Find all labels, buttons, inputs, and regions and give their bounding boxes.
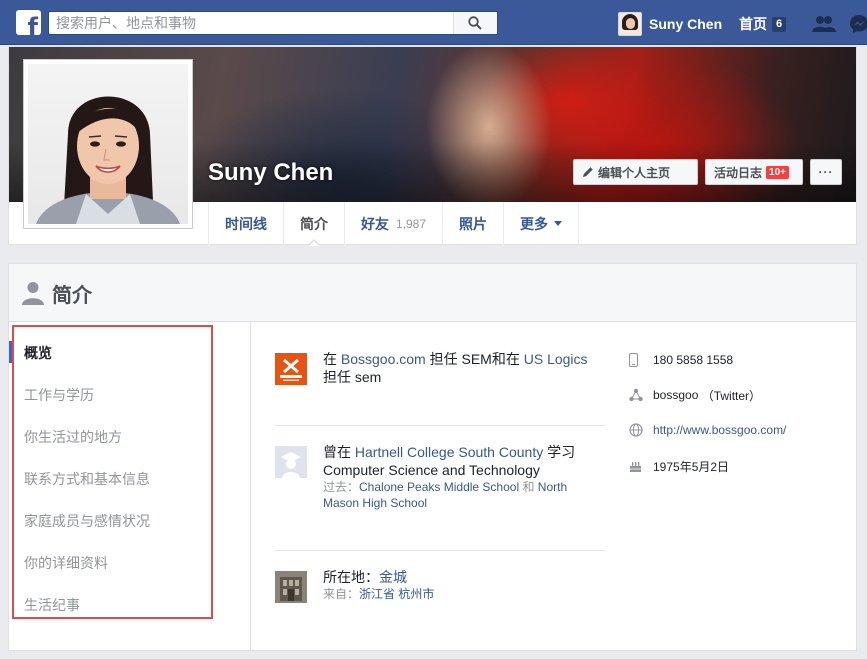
website-link[interactable]: http://www.bossgoo.com/ <box>653 423 786 437</box>
activity-log-badge: 10+ <box>766 165 789 179</box>
school-link[interactable]: Chalone Peaks Middle School <box>359 480 519 494</box>
location-text: 所在地：金城 来自：浙江省 杭州市 <box>323 568 605 602</box>
birthday: 1975年5月2日 <box>653 459 730 474</box>
text-fragment: 在 <box>323 351 341 367</box>
education-text: 曾在 Hartnell College South County 学习 Comp… <box>323 443 605 511</box>
website-row: http://www.bossgoo.com/ <box>629 421 786 439</box>
facebook-logo-icon[interactable]: f <box>16 10 41 35</box>
past-schools: 过去：Chalone Peaks Middle School 和 North M… <box>323 479 605 511</box>
search-button[interactable] <box>453 12 497 34</box>
profile-portrait-image <box>36 96 180 224</box>
text-fragment: 曾在 <box>323 444 355 460</box>
messages-icon[interactable] <box>849 14 867 34</box>
more-options-icon: ··· <box>818 165 834 179</box>
school-icon[interactable] <box>275 446 307 478</box>
tab-more[interactable]: 更多 <box>503 202 580 245</box>
province-link[interactable]: 浙江省 <box>359 587 395 601</box>
caret-down-icon <box>554 221 563 226</box>
friends-count: 1,987 <box>396 216 427 231</box>
profile-picture[interactable] <box>23 59 193 229</box>
friend-requests-icon[interactable] <box>812 15 836 33</box>
company-link[interactable]: US Logics <box>524 351 588 367</box>
activity-log-label: 活动日志 <box>714 165 763 180</box>
hometown: 来自：浙江省 杭州市 <box>323 586 605 602</box>
tab-label: 更多 <box>520 215 549 232</box>
pencil-icon <box>583 167 593 177</box>
about-header: 简介 <box>9 264 856 322</box>
work-text: 在 Bossgoo.com 担任 SEM和在 US Logics 担任 sem <box>323 350 605 386</box>
tab-label: 简介 <box>300 215 328 232</box>
birthday-row: 1975年5月2日 <box>629 457 729 475</box>
about-section: 简介 概览 工作与学历 你生活过的地方 联系方式和基本信息 家庭成员与感情状况 … <box>8 263 857 651</box>
edit-profile-label: 编辑个人主页 <box>598 165 671 180</box>
twitter-row: bossgoo （Twitter） <box>629 386 761 404</box>
tab-about[interactable]: 简介 <box>283 202 344 246</box>
search-box <box>48 11 498 35</box>
top-bar: f Suny Chen 首页 6 <box>0 0 867 45</box>
search-input[interactable] <box>49 12 453 34</box>
text-fragment: 过去： <box>323 480 360 494</box>
hometown-link[interactable]: 杭州市 <box>398 587 434 601</box>
profile-header: Suny Chen 编辑个人主页 活动日志 10+ ··· 时间线 简介 好友 1… <box>8 46 857 246</box>
top-user-name: Suny Chen <box>649 16 723 32</box>
text-fragment: 担任 SEM和在 <box>425 351 524 367</box>
globe-icon <box>629 423 643 437</box>
home-label: 首页 <box>739 16 767 32</box>
home-count-badge: 6 <box>772 16 787 32</box>
divider <box>275 550 605 551</box>
profile-name: Suny Chen <box>208 159 334 186</box>
edit-profile-button[interactable]: 编辑个人主页 <box>573 159 698 185</box>
text-fragment: 担任 sem <box>323 369 382 385</box>
company-link[interactable]: Bossgoo.com <box>341 351 426 367</box>
divider <box>275 425 605 426</box>
twitter-label: （Twitter） <box>701 388 762 403</box>
school-link[interactable]: Hartnell College South County <box>355 444 543 460</box>
text-fragment: 来自： <box>323 587 360 601</box>
about-title: 简介 <box>52 285 92 307</box>
avatar <box>618 12 642 36</box>
network-icon <box>629 388 643 402</box>
about-nav: 概览 工作与学历 你生活过的地方 联系方式和基本信息 家庭成员与感情状况 你的详… <box>9 322 251 650</box>
tab-timeline[interactable]: 时间线 <box>208 202 283 245</box>
text-fragment: 所在地： <box>323 569 379 585</box>
tab-label: 好友 <box>361 215 389 232</box>
text-fragment: 和 <box>519 480 538 494</box>
phone-row: 180 5858 1558 <box>629 351 733 369</box>
city-photo-icon[interactable] <box>275 571 307 603</box>
profile-photo <box>28 64 188 224</box>
activity-log-button[interactable]: 活动日志 10+ <box>705 159 803 185</box>
city-link[interactable]: 金城 <box>379 569 407 585</box>
tab-label: 照片 <box>459 215 488 232</box>
search-icon <box>468 16 482 30</box>
home-link[interactable]: 首页 6 <box>739 14 787 34</box>
tab-label: 时间线 <box>225 215 267 232</box>
phone-icon <box>629 353 638 367</box>
company-logo-icon[interactable] <box>275 353 307 385</box>
more-options-button[interactable]: ··· <box>810 159 842 185</box>
highlight-box <box>12 325 213 619</box>
twitter-handle: bossgoo <box>653 388 699 402</box>
phone-number: 180 5858 1558 <box>653 353 734 367</box>
tab-friends[interactable]: 好友 1,987 <box>344 202 442 245</box>
birthday-cake-icon <box>630 461 641 472</box>
tab-photos[interactable]: 照片 <box>442 202 503 245</box>
person-icon <box>22 282 44 305</box>
top-user-link[interactable]: Suny Chen <box>618 12 722 36</box>
profile-tabs: 时间线 简介 好友 1,987 照片 更多 <box>208 202 580 246</box>
